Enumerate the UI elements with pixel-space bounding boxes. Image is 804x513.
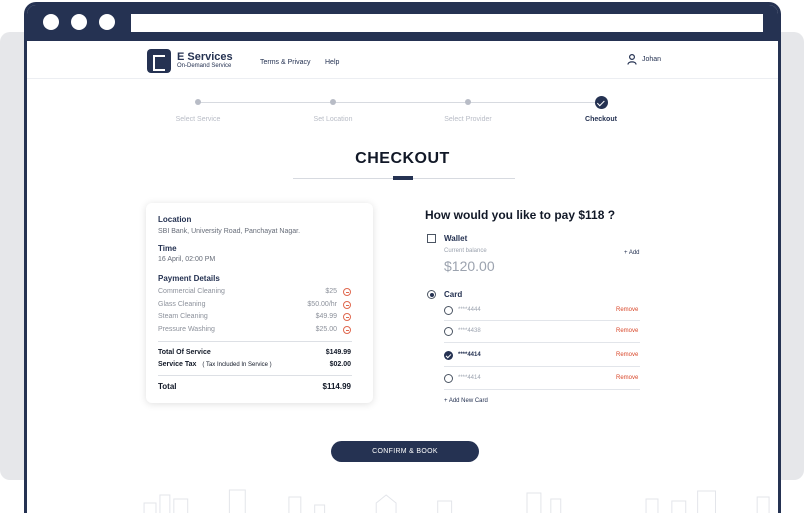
card-divider <box>444 342 640 343</box>
card-option-radio-selected[interactable] <box>444 351 453 360</box>
card-radio[interactable] <box>427 290 436 299</box>
remove-card-button[interactable]: Remove <box>616 375 638 381</box>
service-item-name: Glass Cleaning <box>158 301 206 308</box>
remove-card-button[interactable]: Remove <box>616 352 638 358</box>
minus-circle-icon[interactable] <box>343 301 351 309</box>
service-item-price: $49.99 <box>315 313 337 320</box>
title-accent <box>393 176 413 180</box>
minus-circle-icon[interactable] <box>343 288 351 296</box>
step-dot-icon[interactable] <box>330 99 336 105</box>
address-bar[interactable] <box>131 14 763 32</box>
step-label-checkout[interactable]: Checkout <box>585 116 617 123</box>
nav-link-help[interactable]: Help <box>325 59 339 66</box>
remove-card-button[interactable]: Remove <box>616 307 638 313</box>
time-label: Time <box>158 244 177 253</box>
brand-title[interactable]: E Services <box>177 51 233 63</box>
add-funds-link[interactable]: + Add <box>624 250 640 256</box>
service-tax-label: Service Tax <box>158 361 197 368</box>
location-label: Location <box>158 215 192 224</box>
step-label-select-service[interactable]: Select Service <box>176 116 221 123</box>
page-title: CHECKOUT <box>355 150 450 167</box>
confirm-book-button[interactable]: CONFIRM & BOOK <box>331 441 479 462</box>
user-icon[interactable] <box>627 54 637 65</box>
screen: E Services On-Demand Service Terms & Pri… <box>0 0 804 513</box>
window-dot-icon[interactable] <box>71 14 87 30</box>
service-item-price: $25 <box>325 288 337 295</box>
total-of-service-label: Total Of Service <box>158 349 211 356</box>
service-item-name: Commercial Cleaning <box>158 288 225 295</box>
card-number[interactable]: ****4414 <box>458 352 481 358</box>
wallet-balance-label: Current balance <box>444 248 487 254</box>
card-divider <box>444 366 640 367</box>
wallet-balance-value: $120.00 <box>444 258 495 274</box>
service-item-name: Pressure Washing <box>158 326 215 333</box>
card-option-radio[interactable] <box>444 306 453 315</box>
card-number[interactable]: ****4444 <box>458 307 481 313</box>
step-dot-icon[interactable] <box>465 99 471 105</box>
total-of-service-value: $149.99 <box>325 349 351 356</box>
payment-heading: How would you like to pay $118 ? <box>425 208 616 222</box>
window-dot-icon[interactable] <box>43 14 59 30</box>
step-label-set-location[interactable]: Set Location <box>314 116 353 123</box>
wallet-checkbox[interactable] <box>427 234 436 243</box>
summary-divider <box>158 341 352 342</box>
city-skyline-illustration <box>143 489 770 513</box>
service-item-price: $50.00/hr <box>307 301 337 308</box>
total-value: $114.99 <box>322 382 351 391</box>
card-option-radio[interactable] <box>444 374 453 383</box>
total-label: Total <box>158 382 177 391</box>
order-summary-card: Location SBI Bank, University Road, Panc… <box>146 203 373 403</box>
user-name[interactable]: Johan <box>642 56 661 63</box>
window-dot-icon[interactable] <box>99 14 115 30</box>
card-divider <box>444 320 640 321</box>
service-tax-value: $02.00 <box>329 361 351 368</box>
remove-card-button[interactable]: Remove <box>616 328 638 334</box>
location-value: SBI Bank, University Road, Panchayat Nag… <box>158 228 301 235</box>
summary-divider <box>158 375 352 376</box>
minus-circle-icon[interactable] <box>343 326 351 334</box>
service-tax-row: Service Tax ( Tax Included In Service ) <box>158 361 272 368</box>
card-number[interactable]: ****4438 <box>458 328 481 334</box>
payment-details-label: Payment Details <box>158 274 220 283</box>
service-item-name: Steam Cleaning <box>158 313 208 320</box>
minus-circle-icon[interactable] <box>343 313 351 321</box>
top-navbar: E Services On-Demand Service Terms & Pri… <box>27 41 778 79</box>
wallet-label[interactable]: Wallet <box>444 234 467 243</box>
brand-subtitle: On-Demand Service <box>177 63 232 69</box>
step-label-select-provider[interactable]: Select Provider <box>444 116 491 123</box>
card-divider <box>444 389 640 390</box>
card-option-radio[interactable] <box>444 327 453 336</box>
card-label[interactable]: Card <box>444 290 462 299</box>
stepper-line <box>198 102 602 103</box>
logo-icon[interactable] <box>147 49 171 73</box>
service-tax-note: ( Tax Included In Service ) <box>202 362 272 368</box>
step-dot-icon[interactable] <box>195 99 201 105</box>
nav-link-terms[interactable]: Terms & Privacy <box>260 59 311 66</box>
browser-window: E Services On-Demand Service Terms & Pri… <box>24 2 781 513</box>
card-number[interactable]: ****4414 <box>458 375 481 381</box>
add-new-card-link[interactable]: + Add New Card <box>444 398 488 404</box>
service-item-price: $25.00 <box>315 326 337 333</box>
check-icon[interactable] <box>595 96 608 109</box>
time-value: 16 April, 02:00 PM <box>158 256 216 263</box>
browser-titlebar <box>27 5 778 41</box>
